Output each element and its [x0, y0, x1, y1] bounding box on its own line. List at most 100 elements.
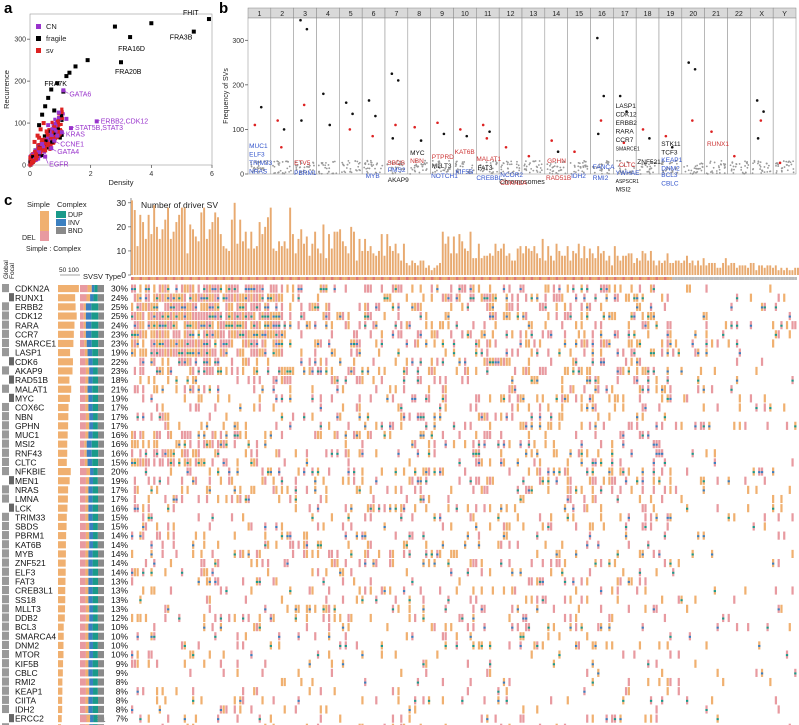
- driver-sv-cell: [577, 604, 580, 613]
- driver-sv-cell: [375, 339, 378, 348]
- driver-sv-mark: [538, 416, 542, 419]
- driver-sv-mark: [519, 288, 522, 291]
- driver-sv-cell: [602, 522, 605, 531]
- x-tick-label: 4: [149, 171, 153, 178]
- sample-bar: [167, 207, 170, 275]
- sample-bar: [641, 250, 644, 275]
- driver-sv-cell: [500, 540, 503, 549]
- sv-type-segment: [98, 449, 104, 457]
- driver-sv-cell: [247, 522, 250, 531]
- sample-bar: [741, 265, 744, 275]
- driver-sv-cell: [608, 394, 611, 403]
- sample-bar: [275, 250, 278, 275]
- driver-sv-mark: [225, 434, 228, 437]
- driver-sv-cell: [638, 302, 642, 311]
- driver-sv-cell: [569, 494, 572, 504]
- driver-sv-cell: [272, 293, 275, 302]
- driver-sv-cell: [716, 476, 719, 485]
- sv-type-segment: [97, 294, 104, 302]
- background-point: [792, 168, 795, 170]
- sample-bar: [683, 260, 686, 275]
- driver-sv-mark: [500, 507, 503, 510]
- driver-sv-cell: [525, 311, 528, 321]
- driver-sv-cell: [322, 476, 325, 485]
- background-point: [606, 172, 609, 174]
- sv-type-segment: [89, 367, 94, 375]
- driver-sv-cell: [427, 559, 431, 568]
- sample-bar: [311, 243, 314, 275]
- driver-sv-cell: [361, 467, 364, 476]
- driver-sv-mark: [760, 306, 764, 309]
- driver-sv-cell: [197, 311, 200, 321]
- sample-bar: [569, 260, 572, 275]
- driver-sv-mark: [136, 333, 139, 336]
- driver-sv-cell: [131, 440, 134, 449]
- driver-sv-cell: [255, 549, 259, 558]
- sample-annotation-strip: [325, 277, 329, 280]
- sample-annotation-strip: [597, 277, 600, 280]
- driver-sv-mark: [727, 480, 730, 483]
- focal-cell: [9, 393, 14, 402]
- sample-annotation-strip: [569, 277, 573, 280]
- focal-cell: [9, 503, 14, 512]
- driver-sv-cell: [372, 357, 375, 366]
- driver-sv-cell: [630, 421, 633, 430]
- driver-sv-cell: [772, 321, 775, 330]
- driver-sv-mark: [422, 434, 425, 437]
- legend-label-sv: sv: [46, 46, 54, 55]
- sv-type-segment: [85, 550, 89, 558]
- sample-annotation-strip: [217, 277, 220, 280]
- driver-sv-cell: [358, 403, 361, 412]
- driver-sv-cell: [194, 476, 198, 485]
- driver-sv-mark: [142, 416, 145, 419]
- driver-sv-mark: [239, 324, 242, 327]
- sv-type-segment: [92, 403, 98, 412]
- driver-sv-cell: [455, 549, 458, 558]
- sv-type-segment: [93, 532, 98, 540]
- sv-type-segment: [85, 596, 89, 604]
- driver-sv-cell: [333, 348, 336, 357]
- sample-annotation-strip: [330, 277, 334, 280]
- peak-point: [596, 132, 600, 136]
- sample-bar: [394, 243, 397, 275]
- driver-sv-mark: [788, 315, 791, 318]
- gene-label-gphn: GPHN: [547, 158, 566, 165]
- driver-sv-cell: [266, 559, 270, 568]
- driver-sv-mark: [214, 562, 217, 565]
- driver-sv-cell: [247, 613, 250, 623]
- global-cell: [2, 366, 9, 375]
- sample-annotation-strip: [641, 277, 645, 280]
- driver-sv-cell: [147, 311, 150, 321]
- driver-sv-mark: [244, 297, 247, 300]
- driver-sv-cell: [214, 430, 217, 440]
- chromosome-facet: [750, 17, 774, 175]
- driver-sv-cell: [508, 385, 511, 394]
- driver-sv-mark: [203, 288, 206, 291]
- driver-sv-cell: [358, 339, 361, 348]
- sample-annotation-strip: [561, 277, 564, 280]
- driver-sv-cell: [561, 385, 564, 394]
- driver-sv-cell: [186, 357, 189, 366]
- sample-bar: [469, 231, 472, 275]
- driver-sv-cell: [236, 284, 239, 293]
- chromosome-facet: [384, 17, 409, 175]
- sample-bar: [516, 248, 519, 275]
- driver-sv-cell: [330, 366, 334, 375]
- background-point: [740, 169, 743, 171]
- driver-sv-cell: [791, 549, 794, 558]
- driver-sv-cell: [511, 412, 514, 421]
- sample-bar: [155, 226, 158, 275]
- driver-sv-cell: [380, 330, 383, 339]
- driver-sv-cell: [167, 522, 170, 531]
- driver-sv-mark: [266, 324, 270, 327]
- driver-sv-cell: [597, 412, 600, 421]
- driver-sv-cell: [189, 357, 192, 366]
- background-point: [548, 172, 551, 174]
- driver-sv-cell: [239, 293, 242, 302]
- background-point: [517, 164, 520, 167]
- driver-sv-cell: [444, 293, 447, 302]
- driver-sv-mark: [144, 471, 148, 474]
- sample-annotation-strip: [172, 277, 176, 280]
- driver-sv-mark: [522, 480, 525, 483]
- driver-sv-mark: [458, 288, 461, 291]
